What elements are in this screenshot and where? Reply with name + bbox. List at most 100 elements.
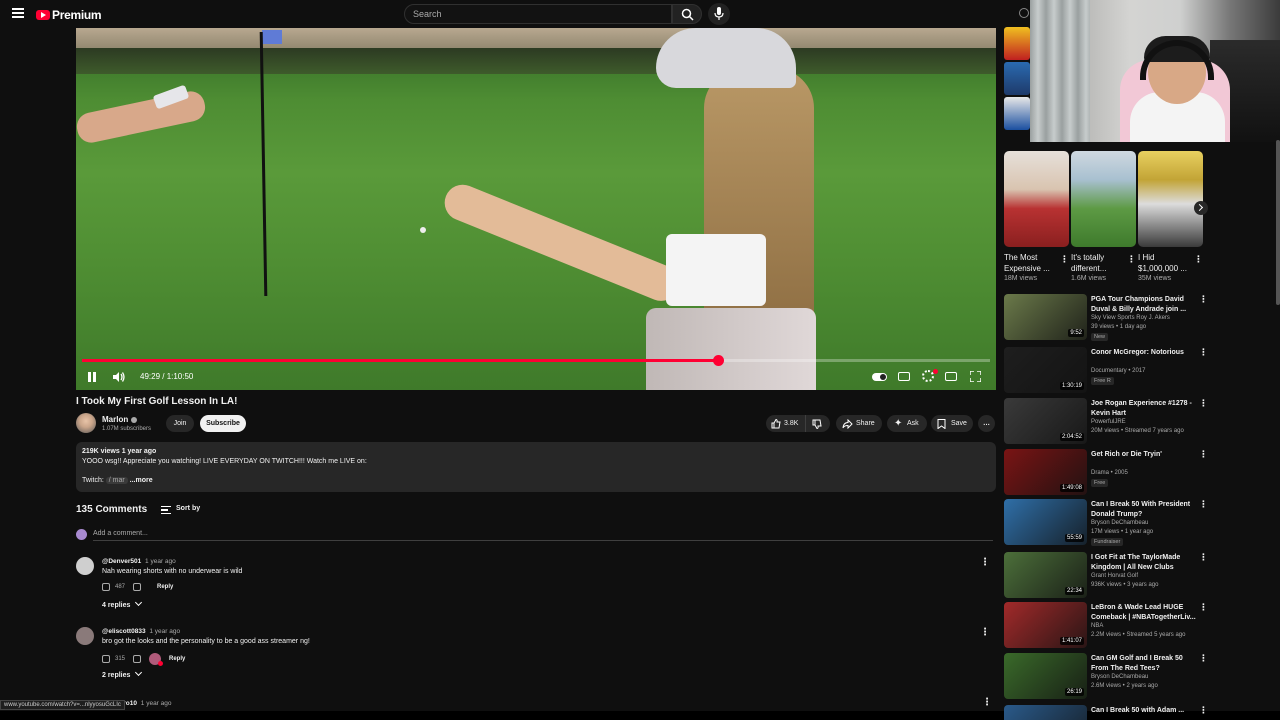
scrollbar[interactable] (1276, 140, 1280, 305)
short-thumbnail[interactable] (1071, 151, 1136, 247)
recommendation-item[interactable]: 26:19 Can GM Golf and I Break 50 From The… (1004, 653, 1210, 701)
recommendation-item[interactable]: 1:41:07 LeBron & Wade Lead HUGE Comeback … (1004, 602, 1210, 650)
recommendation-thumbnail[interactable]: 9:52 (1004, 294, 1087, 340)
description-more-link[interactable]: ...more (130, 477, 153, 484)
commenter-avatar[interactable] (76, 557, 94, 575)
menu-icon[interactable] (12, 8, 24, 18)
recommendation-title[interactable]: I Got Fit at The TaylorMade Kingdom | Al… (1091, 553, 1199, 572)
pause-button[interactable] (87, 368, 97, 386)
recommendation-channel[interactable]: Documentary • 2017 (1091, 368, 1145, 374)
share-button[interactable]: Share (836, 415, 882, 432)
comment-time[interactable]: 1 year ago (149, 628, 180, 635)
recommendation-title[interactable]: Can GM Golf and I Break 50 From The Red … (1091, 654, 1199, 673)
subtitles-button[interactable] (898, 372, 910, 381)
reply-button[interactable]: Reply (157, 584, 173, 590)
short-thumbnail[interactable] (1004, 151, 1069, 247)
recommendation-title[interactable]: LeBron & Wade Lead HUGE Comeback | #NBAT… (1091, 603, 1199, 622)
sort-by-button[interactable]: Sort by (176, 505, 200, 512)
recommendation-channel[interactable]: Drama • 2005 (1091, 470, 1128, 476)
recommendation-menu-icon[interactable]: ⋮ (1199, 653, 1208, 664)
recommendation-item[interactable]: 55:59 Can I Break 50 With President Donal… (1004, 499, 1210, 547)
recommendation-item[interactable]: Can I Break 50 with Adam ... ⋮ (1004, 705, 1210, 720)
view-replies-button[interactable]: 2 replies (102, 668, 143, 679)
settings-gear-icon[interactable] (922, 369, 938, 382)
replies-count[interactable]: 4 replies (102, 602, 130, 609)
channel-name-text[interactable]: Marlon (102, 415, 128, 424)
comment-author[interactable]: @Denver501 (102, 558, 141, 565)
more-actions-button[interactable]: … (978, 415, 995, 432)
comment-menu-icon[interactable]: ⋮ (982, 697, 992, 708)
add-comment-input[interactable]: Add a comment... (93, 530, 993, 541)
replies-count[interactable]: 2 replies (102, 672, 130, 679)
recommendation-thumbnail[interactable]: 22:34 (1004, 552, 1087, 598)
recommendation-title[interactable]: PGA Tour Champions David Duval & Billy A… (1091, 295, 1199, 314)
recommendation-channel[interactable]: NBA (1091, 623, 1103, 629)
view-replies-button[interactable]: 4 replies (102, 598, 143, 609)
recommendation-thumbnail[interactable]: 55:59 (1004, 499, 1087, 545)
save-button[interactable]: Save (931, 415, 973, 432)
recommendation-menu-icon[interactable]: ⋮ (1199, 552, 1208, 563)
recommendation-title[interactable]: Can I Break 50 With President Donald Tru… (1091, 500, 1199, 519)
comment-menu-icon[interactable]: ⋮ (980, 627, 990, 638)
recommendation-channel[interactable]: Bryson DeChambeau (1091, 674, 1148, 680)
short-menu-icon[interactable]: ⋮ (1060, 254, 1069, 265)
short-menu-icon[interactable]: ⋮ (1127, 254, 1136, 265)
recommendation-menu-icon[interactable]: ⋮ (1199, 347, 1208, 358)
short-card[interactable]: The Most Expensive ... ⋮ 18M views (1004, 151, 1069, 282)
commenter-avatar[interactable] (76, 627, 94, 645)
partial-thumbnail[interactable] (1004, 97, 1030, 130)
video-player[interactable]: 49:29 / 1:10:50 (76, 28, 996, 390)
sort-icon[interactable] (161, 506, 171, 514)
short-title[interactable]: It's totally different... (1071, 252, 1127, 274)
search-button[interactable] (672, 4, 702, 24)
recommendation-item[interactable]: 1:49:08 Get Rich or Die Tryin' ⋮ Drama • 20… (1004, 449, 1210, 497)
fullscreen-button[interactable] (969, 370, 982, 383)
volume-button[interactable] (112, 368, 128, 386)
progress-bar[interactable] (82, 355, 990, 366)
recommendation-menu-icon[interactable]: ⋮ (1199, 499, 1208, 510)
recommendation-menu-icon[interactable]: ⋮ (1199, 449, 1208, 460)
short-card[interactable]: I Hid $1,000,000 ... ⋮ 35M views (1138, 151, 1203, 282)
recommendation-thumbnail[interactable]: 2:04:52 (1004, 398, 1087, 444)
recommendation-item[interactable]: 9:52 PGA Tour Champions David Duval & Bil… (1004, 294, 1210, 342)
ask-button[interactable]: ✦ Ask (887, 415, 927, 432)
comment-like-icon[interactable] (102, 655, 110, 663)
short-title[interactable]: I Hid $1,000,000 ... (1138, 252, 1194, 274)
partial-thumbnail[interactable] (1004, 62, 1030, 95)
recommendation-channel[interactable]: Sky View Sports Roy J. Akers (1091, 315, 1170, 321)
recommendation-title[interactable]: Can I Break 50 with Adam ... (1091, 706, 1199, 716)
subscribe-button[interactable]: Subscribe (200, 415, 246, 432)
recommendation-channel[interactable]: Grant Horvat Golf (1091, 573, 1138, 579)
shorts-next-arrow-icon[interactable] (1194, 201, 1208, 215)
theater-mode-button[interactable] (945, 372, 957, 381)
comment-menu-icon[interactable]: ⋮ (980, 557, 990, 568)
channel-name[interactable]: Marlon (102, 415, 138, 424)
recommendation-thumbnail[interactable] (1004, 705, 1087, 720)
recommendation-channel[interactable]: Bryson DeChambeau (1091, 520, 1148, 526)
recommendation-menu-icon[interactable]: ⋮ (1199, 602, 1208, 613)
partial-thumbnail[interactable] (1004, 27, 1030, 60)
short-card[interactable]: It's totally different... ⋮ 1.6M views (1071, 151, 1136, 282)
recommendation-thumbnail[interactable]: 1:41:07 (1004, 602, 1087, 648)
comment-dislike-icon[interactable] (133, 583, 142, 591)
comment-dislike-icon[interactable] (133, 655, 142, 663)
youtube-logo[interactable]: Premium (36, 8, 102, 22)
comment-time[interactable]: 1 year ago (145, 558, 176, 565)
twitch-link[interactable]: / mar (105, 477, 128, 484)
like-button[interactable]: 3.8K (766, 415, 806, 432)
comment-like-icon[interactable] (102, 583, 110, 591)
comment-author[interactable]: @eliscott0833 (102, 628, 146, 635)
recommendation-title[interactable]: Conor McGregor: Notorious (1091, 348, 1199, 358)
short-thumbnail[interactable] (1138, 151, 1203, 247)
search-input[interactable]: Search (404, 4, 672, 24)
recommendation-thumbnail[interactable]: 1:49:08 (1004, 449, 1087, 495)
recommendation-title[interactable]: Get Rich or Die Tryin' (1091, 450, 1199, 460)
recommendation-menu-icon[interactable]: ⋮ (1199, 705, 1208, 716)
recommendation-menu-icon[interactable]: ⋮ (1199, 398, 1208, 409)
recommendation-thumbnail[interactable]: 26:19 (1004, 653, 1087, 699)
recommendation-item[interactable]: 2:04:52 Joe Rogan Experience #1278 - Kevi… (1004, 398, 1210, 446)
channel-avatar[interactable] (76, 413, 96, 433)
short-menu-icon[interactable]: ⋮ (1194, 254, 1203, 265)
join-button[interactable]: Join (166, 415, 194, 432)
recommendation-menu-icon[interactable]: ⋮ (1199, 294, 1208, 305)
